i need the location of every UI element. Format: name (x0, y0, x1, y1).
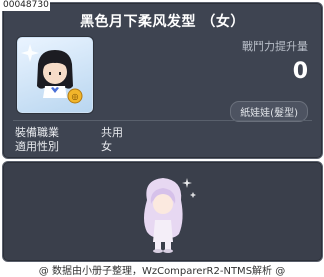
character-preview-image (144, 178, 196, 253)
category-badge: 紙娃娃(髮型) (230, 101, 308, 122)
divider (13, 120, 312, 121)
attribute-value: 女 (101, 140, 112, 153)
item-title: 黑色月下柔风发型 （女） (80, 14, 245, 30)
power-boost-value: 0 (292, 59, 308, 84)
hairstyle-icon: ◎ (21, 44, 83, 104)
item-icon-frame: ◎ (17, 37, 93, 113)
svg-text:◎: ◎ (72, 92, 79, 101)
attribute-key: 適用性別 (15, 140, 59, 153)
item-tooltip-panel: 黑色月下柔风发型 （女） ◎ 戰鬥力提升量 0 紙娃娃(髮型) 裝備職業共用 (2, 2, 323, 159)
attribute-row-gender: 適用性別 女 (15, 138, 112, 154)
preview-panel (2, 161, 323, 262)
footer-credit: @ 数据由小册子整理，WzComparerR2-NTMS解析 @ (38, 266, 286, 277)
item-id-label: 00048730 (2, 0, 50, 11)
power-boost-label: 戰鬥力提升量 (242, 40, 308, 53)
